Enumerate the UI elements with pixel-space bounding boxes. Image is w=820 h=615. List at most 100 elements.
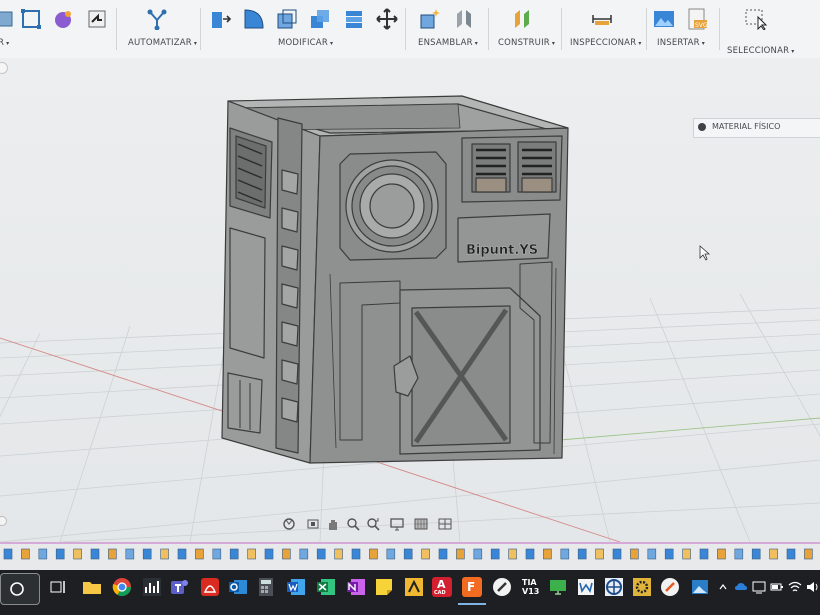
search-button[interactable]	[0, 573, 40, 605]
fusion360-icon[interactable]: F	[462, 577, 482, 597]
material-panel[interactable]: MATERIAL FÍSICO	[693, 118, 820, 138]
monitor-app-icon[interactable]	[548, 577, 568, 597]
timeline-feature-icon[interactable]	[769, 548, 778, 560]
timeline-feature-icon[interactable]	[664, 548, 674, 560]
teams-icon[interactable]	[170, 577, 190, 597]
compass-app-icon[interactable]	[604, 577, 624, 597]
orbit-icon[interactable]	[282, 517, 296, 531]
automate-icon[interactable]	[146, 8, 168, 30]
timeline-feature-icon[interactable]	[3, 548, 13, 560]
viewports-icon[interactable]	[438, 517, 452, 531]
timeline-feature-icon[interactable]	[421, 548, 430, 560]
design-viewport[interactable]: Bipunt.YS MATERIAL FÍSICO	[0, 58, 820, 542]
timeline-feature-icon[interactable]	[229, 548, 239, 560]
insert-svg-icon[interactable]: SVG	[686, 8, 708, 30]
onenote-icon[interactable]	[346, 577, 366, 597]
network-app-icon[interactable]	[752, 580, 766, 594]
timeline-feature-icon[interactable]	[125, 548, 135, 560]
timeline-feature-icon[interactable]	[386, 548, 396, 560]
pen-app-2-icon[interactable]	[660, 577, 680, 597]
sketch-rect-icon[interactable]	[20, 8, 42, 30]
pan-icon[interactable]	[326, 517, 340, 531]
pencil-holder-model[interactable]	[221, 95, 569, 464]
form-icon[interactable]	[52, 8, 74, 30]
timeline-feature-icon[interactable]	[195, 548, 204, 560]
create-label[interactable]: R ▾	[0, 38, 9, 48]
shell-icon[interactable]	[276, 8, 298, 30]
fit-icon[interactable]	[366, 517, 380, 531]
timeline-feature-icon[interactable]	[73, 548, 82, 560]
timeline-feature-icon[interactable]	[108, 548, 117, 560]
timeline-feature-icon[interactable]	[804, 548, 813, 560]
inspeccionar-label[interactable]: INSPECCIONAR ▾	[570, 38, 642, 48]
manager-app-icon[interactable]	[404, 577, 424, 597]
measure-icon[interactable]	[591, 8, 613, 30]
task-view-icon[interactable]	[48, 577, 68, 597]
chrome-icon[interactable]	[112, 577, 132, 597]
timeline-feature-icon[interactable]	[264, 548, 274, 560]
writer-icon[interactable]	[576, 577, 596, 597]
select-icon[interactable]	[745, 8, 767, 30]
timeline-feature-icon[interactable]	[247, 548, 256, 560]
align-icon[interactable]	[343, 8, 365, 30]
acrobat-icon[interactable]	[200, 577, 220, 597]
battery-icon[interactable]	[770, 580, 784, 594]
volume-icon[interactable]	[806, 580, 820, 594]
insert-image-icon[interactable]	[653, 8, 675, 30]
timeline-feature-icon[interactable]	[751, 548, 761, 560]
calculator-icon[interactable]	[256, 577, 276, 597]
press-pull-icon[interactable]	[210, 8, 232, 30]
material-expand-icon[interactable]	[698, 123, 706, 131]
timeline-feature-icon[interactable]	[717, 548, 726, 560]
timeline-feature-icon[interactable]	[612, 548, 622, 560]
move-icon[interactable]	[376, 8, 398, 30]
new-component-icon[interactable]	[419, 8, 441, 30]
photos-icon[interactable]	[690, 577, 710, 597]
joint-icon[interactable]	[453, 8, 475, 30]
timeline-feature-icon[interactable]	[90, 548, 100, 560]
tray-chevron-icon[interactable]	[718, 582, 728, 592]
timeline-feature-icon[interactable]	[630, 548, 639, 560]
timeline-feature-icon[interactable]	[177, 548, 187, 560]
seleccionar-label[interactable]: SELECCIONAR ▾	[727, 46, 794, 56]
timeline-feature-icon[interactable]	[403, 548, 413, 560]
timeline-feature-icon[interactable]	[55, 548, 65, 560]
zoom-icon[interactable]	[346, 517, 360, 531]
timeline-feature-icon[interactable]	[560, 548, 570, 560]
word-icon[interactable]	[286, 577, 306, 597]
timeline-feature-icon[interactable]	[369, 548, 378, 560]
ensamblar-label[interactable]: ENSAMBLAR ▾	[418, 38, 478, 48]
cloud-icon[interactable]	[734, 580, 748, 594]
display-settings-icon[interactable]	[390, 517, 404, 531]
timeline-feature-icon[interactable]	[525, 548, 535, 560]
timeline-feature-icon[interactable]	[160, 548, 169, 560]
stats-app-icon[interactable]	[142, 577, 162, 597]
timeline-feature-icon[interactable]	[577, 548, 587, 560]
wifi-icon[interactable]	[788, 580, 802, 594]
timeline-feature-icon[interactable]	[438, 548, 448, 560]
timeline-feature-icon[interactable]	[351, 548, 361, 560]
timeline-feature-icon[interactable]	[734, 548, 744, 560]
timeline-feature-icon[interactable]	[543, 548, 552, 560]
derive-icon[interactable]	[86, 8, 108, 30]
history-timeline[interactable]	[0, 542, 820, 570]
timeline-feature-icon[interactable]	[595, 548, 604, 560]
outlook-icon[interactable]	[228, 577, 248, 597]
timeline-feature-icon[interactable]	[282, 548, 291, 560]
timeline-feature-icon[interactable]	[334, 548, 343, 560]
timeline-feature-icon[interactable]	[299, 548, 309, 560]
timeline-feature-icon[interactable]	[699, 548, 709, 560]
timeline-feature-icon[interactable]	[142, 548, 152, 560]
sticky-notes-icon[interactable]	[374, 577, 394, 597]
pen-app-icon[interactable]	[492, 577, 512, 597]
timeline-feature-icon[interactable]	[21, 548, 30, 560]
automatizar-label[interactable]: AUTOMATIZAR ▾	[128, 38, 197, 48]
excel-icon[interactable]	[316, 577, 336, 597]
timeline-feature-icon[interactable]	[38, 548, 48, 560]
tia-portal-icon[interactable]: TIA V13	[520, 577, 540, 597]
construir-label[interactable]: CONSTRUIR ▾	[498, 38, 555, 48]
timeline-feature-icon[interactable]	[490, 548, 500, 560]
timeline-feature-icon[interactable]	[473, 548, 483, 560]
look-at-icon[interactable]	[306, 517, 320, 531]
offset-plane-icon[interactable]	[512, 8, 534, 30]
